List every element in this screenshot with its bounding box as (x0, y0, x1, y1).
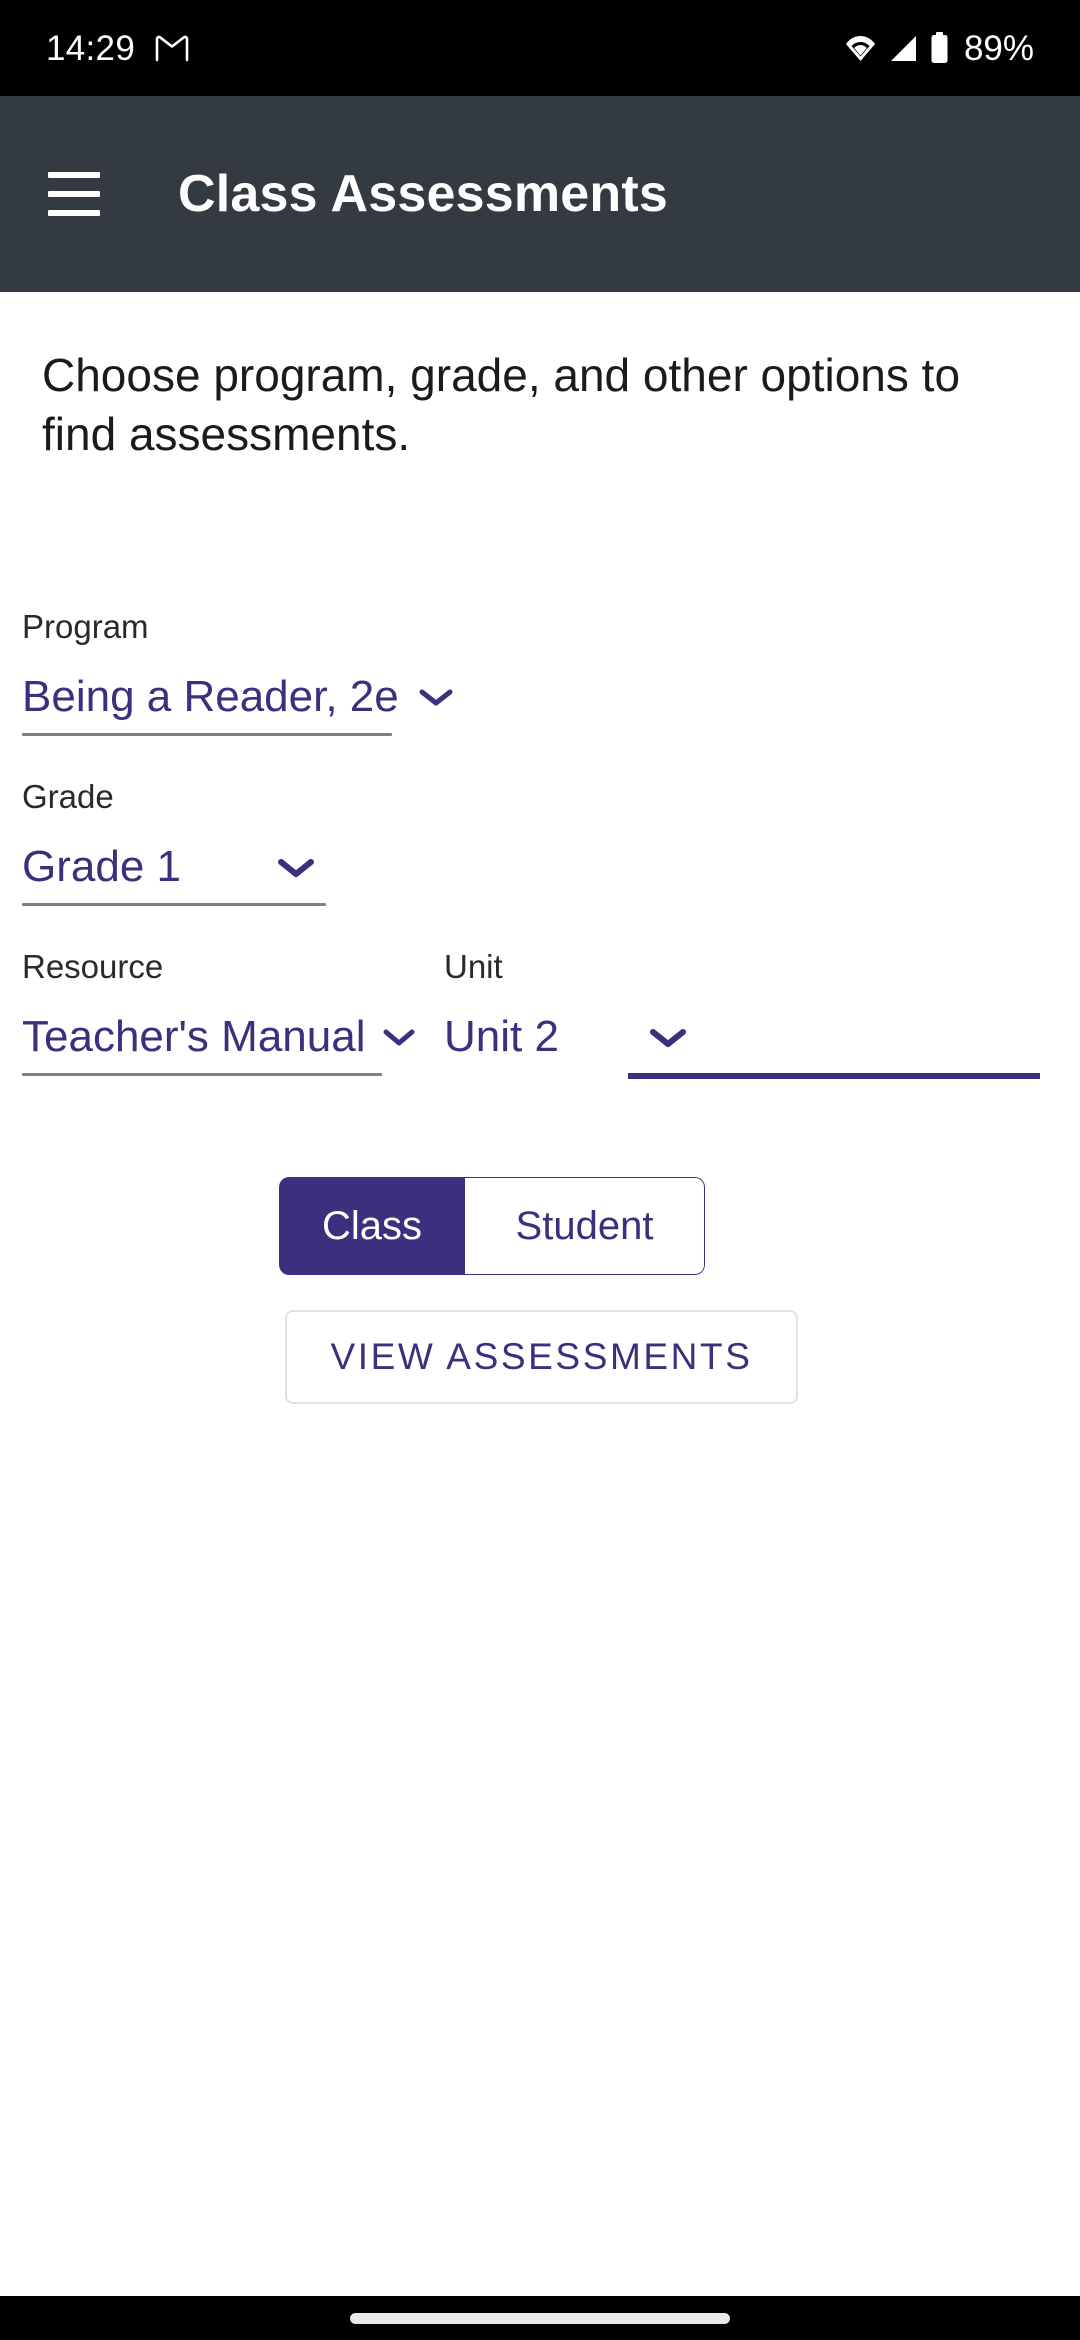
resource-field: Resource Teacher's Manual (0, 948, 415, 1076)
grade-dropdown[interactable]: Grade 1 (0, 845, 326, 903)
chevron-down-icon (274, 854, 318, 880)
status-bar: 14:29 89% (0, 0, 1080, 96)
phone-screen: 14:29 89% Class Assessments Choose progr… (0, 0, 1080, 2340)
resource-value: Teacher's Manual (22, 1012, 366, 1061)
status-bar-right: 89% (844, 31, 1034, 66)
program-field: Program Being a Reader, 2e (0, 608, 453, 736)
main-content: Choose program, grade, and other options… (0, 292, 1080, 2296)
grade-label: Grade (22, 778, 114, 815)
page-title: Class Assessments (178, 165, 668, 223)
hamburger-bar (48, 172, 100, 178)
battery-icon (930, 32, 949, 64)
system-navigation-bar (0, 2296, 1080, 2340)
hamburger-bar (48, 191, 100, 197)
toggle-option-class[interactable]: Class (279, 1177, 465, 1275)
wifi-icon (844, 32, 877, 65)
chevron-down-icon (646, 1024, 690, 1050)
home-gesture-pill[interactable] (350, 2312, 730, 2324)
unit-label: Unit (444, 948, 503, 985)
view-assessments-button[interactable]: VIEW ASSESSMENTS (285, 1310, 798, 1404)
unit-underline (628, 1073, 1040, 1079)
resource-dropdown[interactable]: Teacher's Manual (0, 1012, 415, 1073)
program-value: Being a Reader, 2e (22, 672, 399, 721)
hamburger-menu-icon[interactable] (48, 168, 100, 220)
grade-field: Grade Grade 1 (0, 780, 326, 906)
battery-percentage: 89% (963, 28, 1034, 68)
cellular-signal-icon (888, 33, 919, 64)
resource-underline (22, 1073, 382, 1076)
unit-value: Unit 2 (444, 1012, 559, 1061)
chevron-down-icon (417, 685, 455, 709)
resource-label: Resource (22, 948, 164, 985)
program-label: Program (22, 608, 149, 645)
toggle-option-student[interactable]: Student (465, 1177, 705, 1275)
scope-toggle: Class Student (279, 1177, 705, 1275)
status-bar-clock: 14:29 (46, 28, 136, 68)
program-underline (22, 733, 392, 736)
unit-dropdown[interactable]: Unit 2 (422, 1015, 712, 1073)
program-dropdown[interactable]: Being a Reader, 2e (0, 675, 453, 733)
chevron-down-icon (381, 1025, 417, 1049)
grade-underline (22, 903, 326, 906)
unit-field: Unit Unit 2 (422, 950, 1040, 1079)
app-bar: Class Assessments (0, 96, 1080, 292)
grade-value: Grade 1 (22, 842, 181, 891)
intro-text: Choose program, grade, and other options… (42, 349, 961, 460)
status-bar-left: 14:29 (46, 31, 189, 66)
gmail-icon (155, 35, 189, 62)
hamburger-bar (48, 210, 100, 216)
